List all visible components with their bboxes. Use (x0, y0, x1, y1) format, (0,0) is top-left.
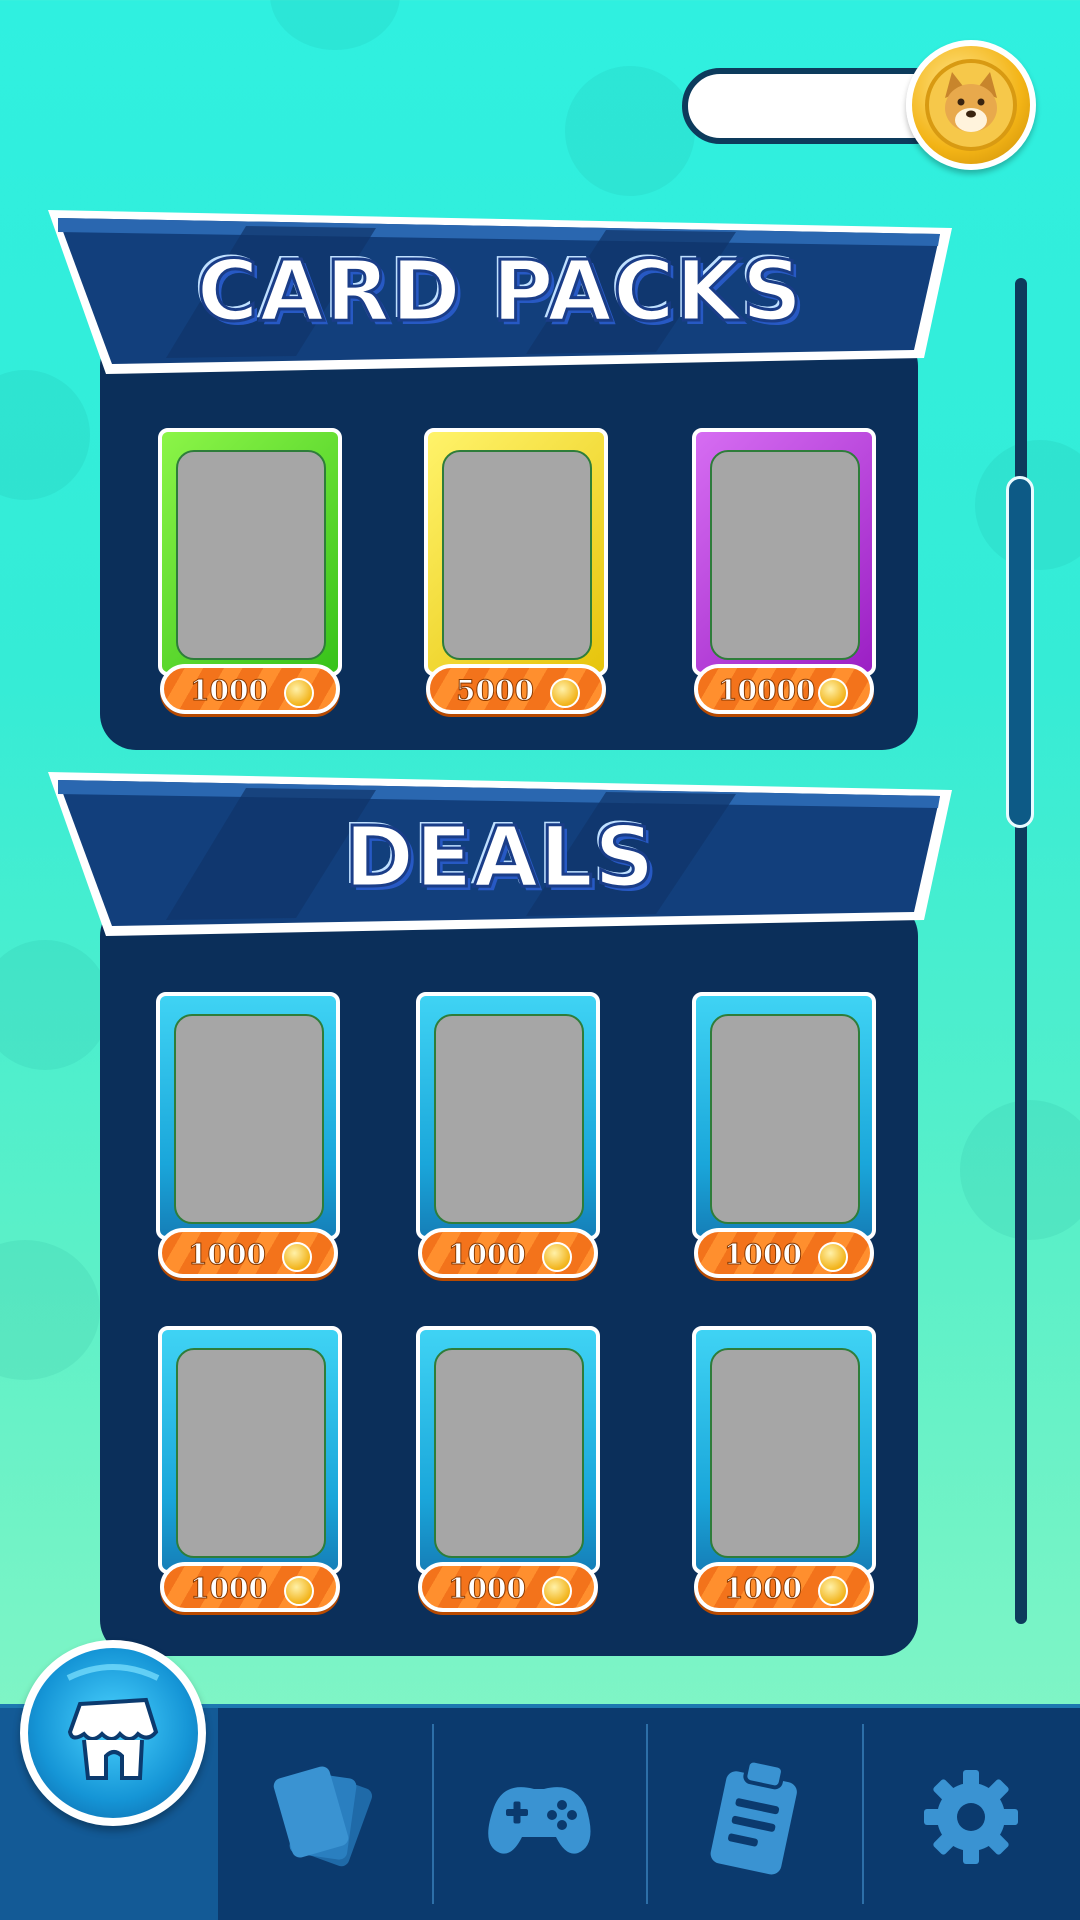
card-pack-item[interactable]: 5000 (424, 428, 608, 716)
cards-icon (273, 1766, 373, 1867)
card-packs-title: CARD PACKS (195, 241, 804, 342)
nav-games-button[interactable] (432, 1722, 646, 1912)
price-button[interactable]: 1000 (160, 664, 340, 714)
deal-item[interactable]: 1000 (692, 992, 876, 1280)
gear-icon (924, 1770, 1018, 1864)
deal-item[interactable]: 1000 (416, 992, 600, 1280)
price-button[interactable]: 5000 (426, 664, 606, 714)
price-label: 10000 (717, 674, 816, 708)
card-pack-item[interactable]: 10000 (692, 428, 876, 716)
coin-icon (542, 1242, 572, 1272)
coin-icon (818, 1242, 848, 1272)
price-label: 1000 (724, 1238, 803, 1272)
price-label: 5000 (456, 674, 535, 708)
card-pack-art (442, 450, 592, 660)
coin-icon (542, 1576, 572, 1606)
price-button[interactable]: 10000 (694, 664, 874, 714)
price-label: 1000 (190, 674, 269, 708)
deal-item[interactable]: 1000 (156, 992, 340, 1280)
price-button[interactable]: 1000 (694, 1562, 874, 1612)
nav-tasks-button[interactable] (648, 1722, 862, 1912)
background-emoji (0, 370, 90, 500)
deals-banner: DEALS (46, 768, 954, 936)
price-button[interactable]: 1000 (418, 1562, 598, 1612)
shop-icon (66, 1664, 160, 1780)
deal-art (434, 1014, 584, 1224)
deal-art (176, 1348, 326, 1558)
coin-icon (550, 678, 580, 708)
scrollbar-thumb[interactable] (1006, 476, 1034, 828)
deal-art (710, 1348, 860, 1558)
price-button[interactable]: 1000 (160, 1562, 340, 1612)
clipboard-icon (710, 1758, 797, 1875)
price-button[interactable]: 1000 (694, 1228, 874, 1278)
nav-cards-button[interactable] (218, 1722, 432, 1912)
card-pack-item[interactable]: 1000 (158, 428, 342, 716)
nav-shop-button[interactable] (20, 1640, 206, 1826)
card-pack-art (176, 450, 326, 660)
background-emoji (0, 1240, 100, 1380)
card-pack-art (710, 450, 860, 660)
price-label: 1000 (448, 1572, 527, 1606)
price-button[interactable]: 1000 (158, 1228, 338, 1278)
coin-icon (818, 1576, 848, 1606)
card-packs-banner: CARD PACKS (46, 206, 954, 374)
deal-item[interactable]: 1000 (692, 1326, 876, 1614)
nav-settings-button[interactable] (864, 1722, 1078, 1912)
price-label: 1000 (448, 1238, 527, 1272)
deal-art (174, 1014, 324, 1224)
deals-title: DEALS (343, 807, 656, 908)
gamepad-icon (488, 1787, 591, 1854)
deal-item[interactable]: 1000 (416, 1326, 600, 1614)
deal-item[interactable]: 1000 (158, 1326, 342, 1614)
price-label: 1000 (190, 1572, 269, 1606)
price-label: 1000 (724, 1572, 803, 1606)
deal-art (710, 1014, 860, 1224)
price-button[interactable]: 1000 (418, 1228, 598, 1278)
price-label: 1000 (188, 1238, 267, 1272)
coin-icon (818, 678, 848, 708)
coin-icon (284, 1576, 314, 1606)
deal-art (434, 1348, 584, 1558)
doge-coin-icon[interactable] (906, 40, 1036, 170)
background-emoji (0, 940, 110, 1070)
background-emoji (565, 66, 695, 196)
coin-icon (284, 678, 314, 708)
coin-icon (282, 1242, 312, 1272)
background-emoji (270, 0, 400, 50)
